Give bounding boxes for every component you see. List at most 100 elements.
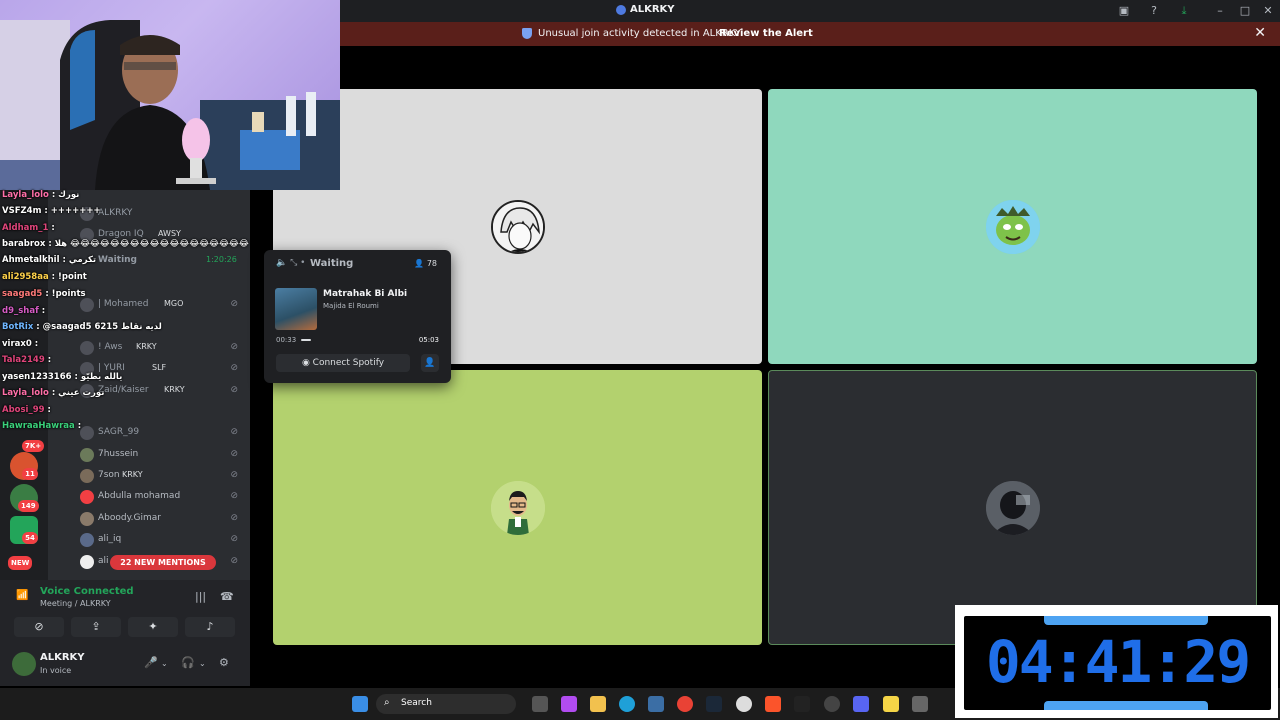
store-icon[interactable] bbox=[648, 696, 664, 712]
search-icon: ⌕ bbox=[384, 697, 390, 708]
chevron-down-icon[interactable]: ⌄ bbox=[199, 659, 206, 668]
voice-member[interactable]: | Mohamed MGO ⊘ bbox=[76, 296, 242, 314]
camera-off-button[interactable]: ⊘ bbox=[14, 617, 64, 637]
chat-text: : !points bbox=[45, 289, 86, 299]
chat-message: barabrox : هلا 😂😂😂😂😂😂😂😂😂😂😂😂😂😂😂😂😂😂 bbox=[2, 239, 249, 253]
voice-location[interactable]: Meeting / ALKRKY bbox=[40, 599, 111, 608]
invite-icon[interactable]: 👤 bbox=[421, 354, 439, 372]
chevron-down-icon[interactable]: ⌄ bbox=[161, 659, 168, 668]
deafened-icon: ⊘ bbox=[230, 449, 238, 459]
member-tag: AWSY bbox=[158, 229, 181, 238]
member-tag: KRKY bbox=[164, 385, 185, 394]
app-icon[interactable] bbox=[824, 696, 840, 712]
gear-icon[interactable]: ⚙ bbox=[219, 656, 229, 669]
participant-tile[interactable] bbox=[768, 89, 1257, 364]
search-box[interactable]: ⌕ Search bbox=[376, 694, 516, 714]
voice-status: Voice Connected bbox=[40, 586, 134, 597]
new-badge: NEW bbox=[8, 556, 33, 570]
disconnect-icon[interactable]: ☎ bbox=[220, 590, 234, 603]
chat-username: saagad5 bbox=[2, 289, 43, 299]
avatar bbox=[80, 341, 94, 355]
screen-share-icon[interactable]: ▣ bbox=[1116, 3, 1132, 19]
obs-icon[interactable] bbox=[736, 696, 752, 712]
new-mentions-pill[interactable]: 22 NEW MENTIONS bbox=[110, 555, 216, 570]
voice-member[interactable]: 7son KRKY ⊘ bbox=[76, 467, 242, 485]
voice-member[interactable]: 7hussein ⊘ bbox=[76, 446, 242, 464]
avatar bbox=[80, 490, 94, 504]
noise-suppression-icon[interactable]: ||| bbox=[195, 590, 206, 603]
chat-text: : نورك bbox=[51, 190, 80, 200]
member-name: SAGR_99 bbox=[98, 427, 140, 437]
discord-icon[interactable] bbox=[853, 696, 869, 712]
chat-message: d9_shaf : bbox=[2, 306, 45, 320]
maximize-icon[interactable]: □ bbox=[1237, 3, 1253, 19]
participant-tile[interactable] bbox=[768, 370, 1257, 645]
screen-share-button[interactable]: ⇪ bbox=[71, 617, 121, 637]
help-icon[interactable]: ? bbox=[1146, 3, 1162, 19]
album-art bbox=[275, 288, 317, 330]
avatar bbox=[80, 426, 94, 440]
voice-member[interactable]: Aboody.Gimar ⊘ bbox=[76, 510, 242, 528]
window-close-icon[interactable]: ✕ bbox=[1260, 3, 1276, 19]
connect-spotify-button[interactable]: ◉ Connect Spotify bbox=[276, 354, 410, 372]
voice-member[interactable]: SAGR_99 ⊘ bbox=[76, 424, 242, 442]
progress-bar[interactable] bbox=[301, 339, 311, 341]
copilot-icon[interactable] bbox=[561, 696, 577, 712]
chat-username: virax0 bbox=[2, 339, 32, 349]
voice-member[interactable]: Abdulla mohamad ⊘ bbox=[76, 488, 242, 506]
minimize-icon[interactable]: – bbox=[1212, 3, 1228, 19]
search-label: Search bbox=[401, 698, 432, 708]
deafened-icon: ⊘ bbox=[230, 363, 238, 373]
chat-username: Abosi_99 bbox=[2, 405, 45, 415]
task-view-icon[interactable] bbox=[532, 696, 548, 712]
voice-member[interactable]: ! Aws KRKY ⊘ bbox=[76, 339, 242, 357]
username: ALKRKY bbox=[40, 652, 85, 663]
settings-icon[interactable] bbox=[912, 696, 928, 712]
stream-timer-widget: 04:41:29 bbox=[955, 605, 1278, 718]
activities-button[interactable]: ✦ bbox=[128, 617, 178, 637]
avatar bbox=[490, 199, 545, 254]
chat-username: Ahmetalkhil bbox=[2, 255, 60, 265]
chat-message: Aldham_1 : bbox=[2, 223, 55, 237]
timer-accent bbox=[1044, 616, 1208, 625]
spotify-activity-popup: 🔈 ⤡ • Waiting 👤 78 Matrahak Bi Albi Maji… bbox=[264, 250, 451, 383]
avatar bbox=[80, 448, 94, 462]
review-alert-link[interactable]: Review the Alert bbox=[719, 28, 813, 39]
connect-spotify-label: Connect Spotify bbox=[312, 358, 385, 368]
elapsed-time: 00:33 bbox=[276, 336, 297, 344]
download-icon[interactable]: ⤓ bbox=[1176, 3, 1192, 19]
close-icon[interactable]: ✕ bbox=[1254, 25, 1266, 41]
file-explorer-icon[interactable] bbox=[590, 696, 606, 712]
avatar bbox=[985, 480, 1040, 535]
headphones-icon[interactable]: 🎧 bbox=[181, 656, 195, 669]
chat-text: : bbox=[34, 339, 39, 349]
deafened-icon: ⊘ bbox=[230, 556, 238, 566]
chat-message: Tala2149 : bbox=[2, 355, 51, 369]
soundboard-button[interactable]: ♪ bbox=[185, 617, 235, 637]
avatar[interactable] bbox=[12, 652, 36, 676]
chrome-icon[interactable] bbox=[677, 696, 693, 712]
speaker-icon: 🔈 ⤡ • bbox=[276, 258, 306, 268]
member-name: Dragon IQ bbox=[98, 229, 144, 239]
song-artist: Majida El Roumi bbox=[323, 302, 379, 310]
chat-text: : +++++++ bbox=[44, 206, 101, 216]
voice-member[interactable]: ali_iq ⊘ bbox=[76, 531, 242, 549]
start-icon[interactable] bbox=[352, 696, 368, 712]
channel-name: Waiting bbox=[98, 255, 138, 265]
member-name: ! Aws bbox=[98, 342, 123, 352]
chat-text: : نورت عيني bbox=[51, 388, 105, 398]
edge-icon[interactable] bbox=[619, 696, 635, 712]
member-tag: SLF bbox=[152, 363, 167, 372]
duration-time: 05:03 bbox=[418, 336, 439, 344]
brave-icon[interactable] bbox=[765, 696, 781, 712]
voice-channel-header[interactable]: Waiting 1:20:26 bbox=[76, 252, 242, 270]
deafened-icon: ⊘ bbox=[230, 534, 238, 544]
member-name: Zaid/Kaiser bbox=[98, 385, 149, 395]
chat-text: : bbox=[51, 223, 55, 233]
microphone-icon[interactable]: 🎤 bbox=[144, 656, 158, 669]
steam-icon[interactable] bbox=[706, 696, 722, 712]
app-icon[interactable] bbox=[883, 696, 899, 712]
participant-tile[interactable] bbox=[273, 370, 762, 645]
chat-text: : bbox=[41, 306, 46, 316]
app-icon[interactable] bbox=[794, 696, 810, 712]
